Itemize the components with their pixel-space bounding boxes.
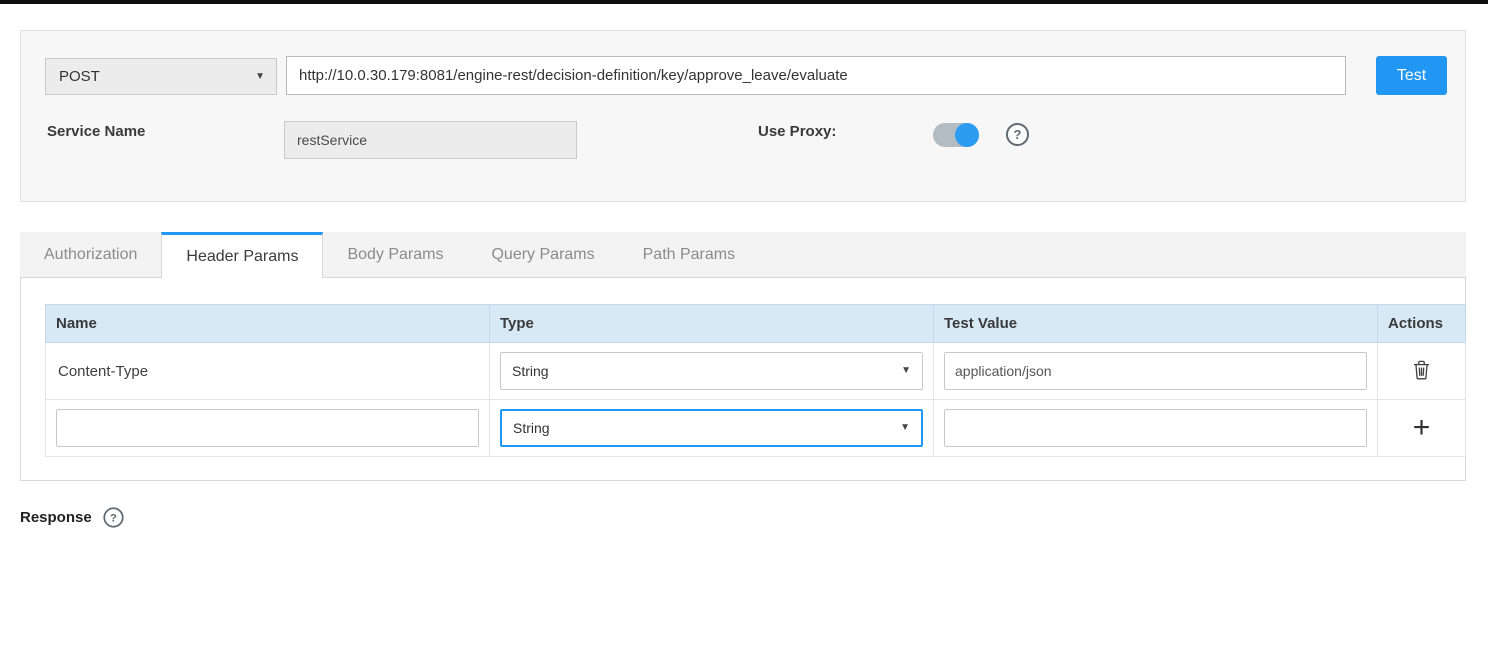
trash-icon [1413,360,1430,380]
tab-body-params[interactable]: Body Params [323,232,467,277]
column-header-test-value: Test Value [934,305,1378,343]
header-params-panel: Name Type Test Value Actions Content-Typ… [20,278,1466,481]
tab-authorization[interactable]: Authorization [20,232,161,277]
plus-icon: + [1413,411,1431,444]
column-header-name: Name [46,305,490,343]
table-row: String ▼ + [46,400,1466,457]
top-border [0,0,1488,4]
http-method-value: POST [59,68,100,85]
caret-down-icon: ▼ [901,366,911,376]
param-test-value-input[interactable] [944,409,1367,447]
response-section-header: Response ? [20,506,125,529]
use-proxy-toggle[interactable] [933,123,979,147]
response-help-icon[interactable]: ? [103,507,123,527]
param-test-value-input[interactable] [944,352,1367,390]
table-header-row: Name Type Test Value Actions [46,305,1466,343]
http-method-select[interactable]: POST ▼ [45,58,277,95]
tab-query-params[interactable]: Query Params [467,232,618,277]
param-type-value: String [512,363,549,379]
request-config-panel: POST ▼ Test Service Name Use Proxy: ? [20,30,1466,202]
caret-down-icon: ▼ [255,72,265,82]
column-header-actions: Actions [1378,305,1466,343]
tab-header-params[interactable]: Header Params [161,232,323,278]
response-label: Response [20,509,92,526]
request-url-input[interactable] [286,56,1346,95]
proxy-help-icon[interactable]: ? [1006,123,1029,146]
service-name-input[interactable] [284,121,577,159]
param-type-value: String [513,420,550,436]
param-type-select[interactable]: String ▼ [500,409,923,447]
param-type-select[interactable]: String ▼ [500,352,923,390]
test-button[interactable]: Test [1376,56,1447,95]
service-name-label: Service Name [47,123,145,140]
add-row-button[interactable]: + [1407,411,1437,445]
param-name-input[interactable] [56,409,479,447]
table-row: Content-Type String ▼ [46,343,1466,400]
use-proxy-label: Use Proxy: [758,123,836,140]
header-params-table: Name Type Test Value Actions Content-Typ… [45,304,1466,457]
delete-row-button[interactable] [1407,358,1436,382]
toggle-knob [955,123,979,147]
caret-down-icon: ▼ [900,423,910,433]
tab-path-params[interactable]: Path Params [619,232,759,277]
params-tab-bar: Authorization Header Params Body Params … [20,232,1466,278]
param-name-text: Content-Type [56,363,479,380]
column-header-type: Type [490,305,934,343]
